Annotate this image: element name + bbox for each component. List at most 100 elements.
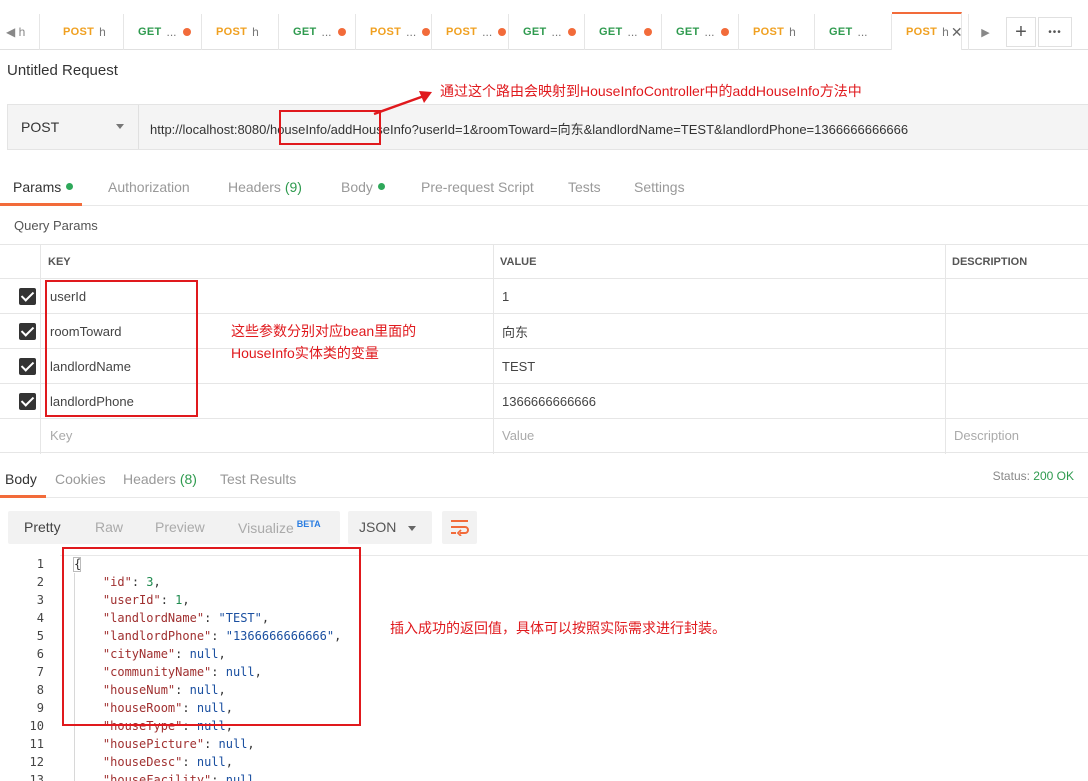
line-number: 10 <box>29 719 44 733</box>
tab-method: GET <box>523 26 547 38</box>
tab-body[interactable]: Body <box>341 179 385 195</box>
code-text: "housePicture": null, <box>102 737 255 751</box>
param-checkbox[interactable] <box>19 288 36 305</box>
response-tab-headers[interactable]: Headers (8) <box>123 471 197 487</box>
line-number: 5 <box>36 629 44 643</box>
request-tab[interactable]: GET... <box>279 14 356 50</box>
params-highlight-box <box>45 280 198 417</box>
response-annotation: 插入成功的返回值，具体可以按照实际需求进行封装。 <box>390 620 726 636</box>
response-tab-cookies[interactable]: Cookies <box>55 471 106 487</box>
param-value[interactable]: 向东 <box>502 314 528 348</box>
tab-settings[interactable]: Settings <box>634 179 685 195</box>
new-description-input[interactable]: Description <box>954 418 1019 452</box>
tab-method: POST <box>370 26 402 38</box>
route-highlight-box <box>279 110 381 145</box>
tab-tests[interactable]: Tests <box>568 179 601 195</box>
method-label: POST <box>21 119 60 135</box>
response-tab-body[interactable]: Body <box>5 471 37 487</box>
request-title[interactable]: Untitled Request <box>7 62 118 79</box>
chevron-right-icon: ▶ <box>981 26 990 39</box>
new-value-input[interactable]: Value <box>502 418 534 452</box>
request-tab[interactable]: POST... <box>356 14 432 50</box>
request-tab[interactable]: GET... <box>662 14 739 50</box>
request-tab[interactable]: GET... <box>815 14 892 50</box>
tab-label: Test Results <box>220 471 297 487</box>
view-mode-visualize[interactable]: Visualize BETA <box>238 519 321 536</box>
request-tab[interactable]: POST h ✕ <box>892 12 962 50</box>
new-tab-button[interactable]: + <box>1006 17 1036 47</box>
tab-params[interactable]: Params <box>13 179 74 195</box>
response-status: Status: 200 OK <box>993 469 1074 483</box>
json-value: null <box>225 773 255 781</box>
tab-title: h <box>99 25 106 39</box>
param-value[interactable]: TEST <box>502 349 535 383</box>
json-key: "housePicture" <box>102 737 205 751</box>
active-tab-indicator <box>0 203 82 206</box>
line-number: 8 <box>36 683 44 697</box>
param-value[interactable]: 1366666666666 <box>502 384 596 418</box>
request-tab[interactable]: GET... <box>509 14 585 50</box>
query-params-title: Query Params <box>14 218 98 233</box>
tab-pre-request-script[interactable]: Pre-request Script <box>421 179 534 195</box>
unsaved-dot-icon <box>182 28 191 36</box>
view-mode-pretty[interactable]: Pretty <box>24 519 61 535</box>
tab-label: Tests <box>568 179 601 195</box>
line-number: 1 <box>36 557 44 571</box>
tab-authorization[interactable]: Authorization <box>108 179 190 195</box>
tab-scroll-left-button[interactable]: ◀ h <box>0 14 40 50</box>
request-tab[interactable]: POST... <box>432 14 509 50</box>
line-number: 6 <box>36 647 44 661</box>
status-value: 200 OK <box>1033 469 1074 483</box>
url-input[interactable]: http://localhost:8080/houseInfo/addHouse… <box>150 119 908 138</box>
new-key-input[interactable]: Key <box>50 418 72 452</box>
status-label: Status: <box>992 469 1030 483</box>
tab-method: POST <box>63 26 95 38</box>
param-value[interactable]: 1 <box>502 279 509 313</box>
request-tab[interactable]: POST h <box>49 14 124 50</box>
view-mode-raw[interactable]: Raw <box>95 519 123 535</box>
tab-method: GET <box>829 26 853 38</box>
param-checkbox[interactable] <box>19 393 36 410</box>
header-key: KEY <box>48 255 71 268</box>
param-checkbox[interactable] <box>19 358 36 375</box>
view-mode-label: Visualize <box>238 520 294 536</box>
tab-label: Cookies <box>55 471 106 487</box>
tab-title: ... <box>704 25 715 39</box>
line-number: 4 <box>36 611 44 625</box>
tab-method: GET <box>599 26 623 38</box>
route-annotation: 通过这个路由会映射到HouseInfoController中的addHouseI… <box>440 83 862 99</box>
tab-method: GET <box>293 26 317 38</box>
method-select[interactable]: POST <box>8 105 139 149</box>
code-line: 12 "houseDesc": null, <box>0 753 1088 771</box>
unsaved-dot-icon <box>567 28 576 36</box>
format-select[interactable]: JSON <box>348 511 432 544</box>
close-icon[interactable]: ✕ <box>951 24 961 41</box>
tab-headers[interactable]: Headers (9) <box>228 179 302 195</box>
json-key: "houseFacility" <box>102 773 212 781</box>
tab-title: h <box>942 25 949 39</box>
params-annotation-line2: HouseInfo实体类的变量 <box>231 345 379 361</box>
tab-method: GET <box>138 26 162 38</box>
tab-title: h <box>789 25 796 39</box>
response-tabs: Body Cookies Headers (8) Test Results Statu… <box>0 466 1088 498</box>
tab-options-button[interactable]: ••• <box>1038 17 1072 47</box>
request-tab[interactable]: GET... <box>585 14 662 50</box>
request-tab[interactable]: POST h <box>202 14 279 50</box>
json-value: null <box>218 737 248 751</box>
tab-label: Authorization <box>108 179 190 195</box>
unsaved-dot-icon <box>498 28 507 36</box>
code-text: "houseDesc": null, <box>102 755 233 769</box>
tab-scroll-right-button[interactable]: ▶ <box>968 14 1002 50</box>
line-number: 3 <box>36 593 44 607</box>
param-checkbox[interactable] <box>19 323 36 340</box>
request-tab[interactable]: POST h <box>739 14 815 50</box>
annotation-arrow <box>373 91 432 116</box>
tab-label: Settings <box>634 179 685 195</box>
tab-scroll-left-label: ◀ h <box>6 25 26 39</box>
view-mode-preview[interactable]: Preview <box>155 519 205 535</box>
tab-title: ... <box>166 25 177 39</box>
response-tab-test-results[interactable]: Test Results <box>220 471 296 487</box>
wrap-lines-button[interactable] <box>442 511 477 544</box>
url-bar: POST http://localhost:8080/houseInfo/add… <box>7 104 1088 150</box>
request-tab[interactable]: GET... <box>124 14 202 50</box>
